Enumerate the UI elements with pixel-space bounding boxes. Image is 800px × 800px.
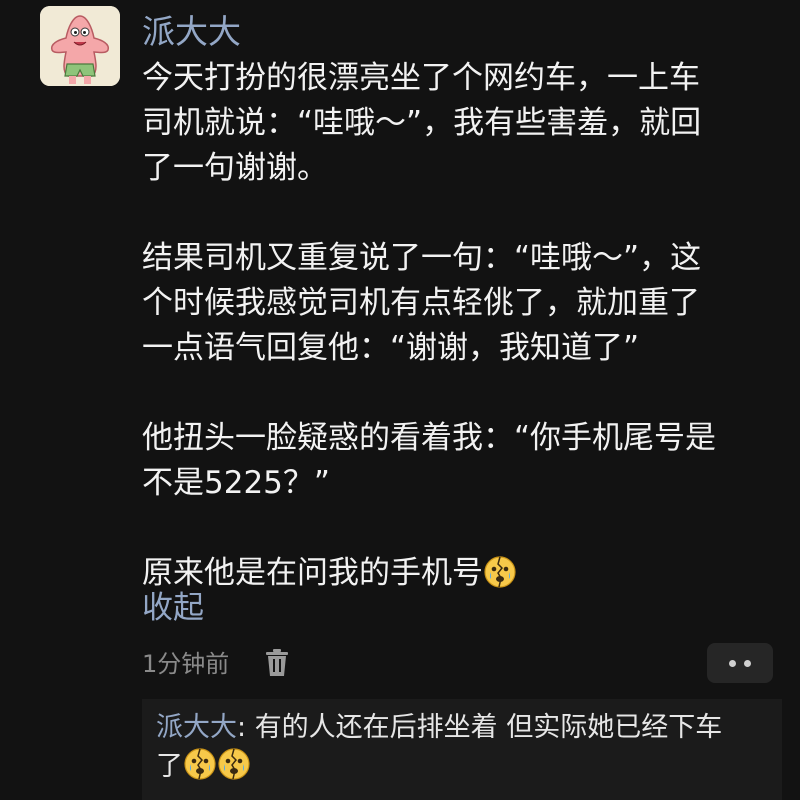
trash-icon-graphic (266, 649, 288, 676)
comment-author-name[interactable]: 派大大 (142, 10, 241, 54)
comment-timestamp: 1分钟前 (142, 650, 230, 678)
more-options-button[interactable] (707, 643, 773, 683)
avatar[interactable] (40, 6, 120, 86)
cracked-crying-face-emoji (184, 748, 216, 780)
reply-text: 派大大: 有的人还在后排坐着 但实际她已经下车 了 (156, 709, 776, 786)
reply-line-text: 了 (156, 751, 183, 782)
comment-line: 今天打扮的很漂亮坐了个网约车，一上车 (142, 60, 700, 96)
comment-line: 了一句谢谢。 (142, 150, 328, 186)
reply-line-text: 有的人还在后排坐着 但实际她已经下车 (254, 712, 723, 743)
comment-line: 不是5225？” (142, 465, 330, 501)
cracked-crying-face-emoji (484, 556, 516, 588)
patrick-star-avatar-image (40, 6, 120, 86)
reply-separator: : (237, 712, 255, 743)
comment-line: 他扭头一脸疑惑的看着我：“你手机尾号是 (142, 420, 717, 456)
collapse-link[interactable]: 收起 (142, 586, 204, 630)
cracked-crying-face-emoji (218, 748, 250, 780)
reply-author-name[interactable]: 派大大 (156, 712, 237, 743)
more-dots-icon (729, 660, 736, 667)
trash-icon[interactable] (262, 647, 292, 679)
comment-line: 司机就说：“哇哦～”，我有些害羞，就回 (142, 105, 702, 141)
more-dots-icon (744, 660, 751, 667)
comment-line: 一点语气回复他：“谢谢，我知道了” (142, 330, 640, 366)
comment-last-line: 原来他是在问我的手机号 (142, 551, 782, 596)
comment-line: 个时候我感觉司机有点轻佻了，就加重了 (142, 285, 700, 321)
reply-preview[interactable]: 派大大: 有的人还在后排坐着 但实际她已经下车 了 (142, 699, 782, 800)
reply-line: 了 (156, 747, 776, 786)
reply-line: 派大大: 有的人还在后排坐着 但实际她已经下车 (156, 709, 776, 747)
comment-content: 今天打扮的很漂亮坐了个网约车，一上车 司机就说：“哇哦～”，我有些害羞，就回 了… (142, 56, 782, 596)
comment-line: 结果司机又重复说了一句：“哇哦～”，这 (142, 240, 702, 276)
